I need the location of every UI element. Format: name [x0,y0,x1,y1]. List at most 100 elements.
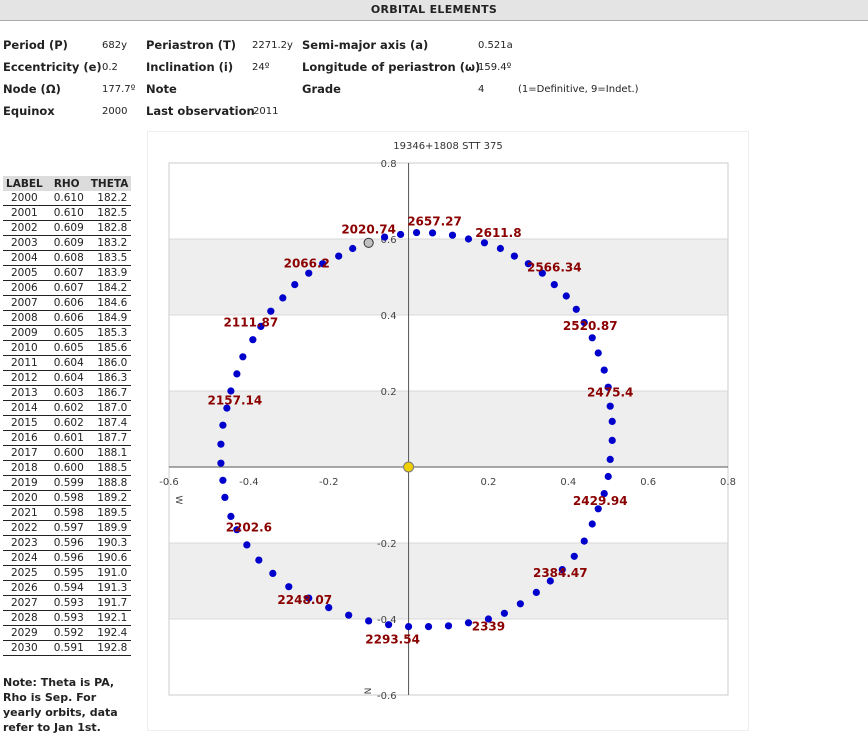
orbit-point [249,336,257,344]
equinox-value: 2000 [102,106,128,117]
inclination-value: 24º [252,62,270,73]
rho-cell: 0.592 [45,625,88,641]
epoch-label: 2157.14 [208,393,263,407]
equinox-label: Equinox [3,104,55,118]
ephemeris-table: LABEL RHO THETA 2000 0.610 182.2 2001 0.610 1… [3,176,132,656]
table-row: 2029 0.592 192.4 [3,625,132,641]
theta-cell: 186.7 [87,385,132,401]
rho-cell: 0.607 [45,265,88,281]
orbit-point [480,239,489,247]
label-cell: 2014 [3,400,46,416]
inclination-label: Inclination (i) [146,60,234,74]
label-cell: 2012 [3,370,46,386]
label-cell: 2002 [3,220,46,236]
label-cell: 2017 [3,445,46,461]
label-cell: 2020 [3,490,46,506]
orbit-point [606,402,614,410]
orbit-point [227,512,235,520]
rho-cell: 0.600 [45,445,88,461]
label-cell: 2001 [3,205,46,221]
epoch-label: 2384.47 [533,566,588,580]
orbit-point [588,520,596,528]
longitude-periastron-label: Longitude of periastron (ω) [302,60,481,74]
rho-cell: 0.609 [45,220,88,236]
orbit-point [496,244,505,253]
orbit-point [428,229,437,237]
rho-cell: 0.597 [45,520,88,536]
orbit-point [516,600,524,608]
rho-cell: 0.598 [45,490,88,506]
table-row: 2006 0.607 184.2 [3,280,132,296]
grade-label: Grade [302,82,341,96]
theta-cell: 192.4 [87,625,132,641]
rho-cell: 0.601 [45,430,88,446]
rho-cell: 0.610 [45,191,88,206]
theta-cell: 183.2 [87,235,132,251]
label-cell: 2023 [3,535,46,551]
x-tick-label: 0.2 [480,477,496,488]
x-tick-label: -0.6 [159,477,179,488]
theta-cell: 187.4 [87,415,132,431]
x-tick-label: 0.6 [640,477,656,488]
rho-cell: 0.602 [45,415,88,431]
orbit-point [345,611,353,619]
rho-cell: 0.610 [45,205,88,221]
table-row: 2027 0.593 191.7 [3,595,132,611]
table-row: 2003 0.609 183.2 [3,235,132,251]
rho-cell: 0.593 [45,595,88,611]
epoch-label: 2248.07 [277,593,332,607]
node-label: Node (Ω) [3,82,61,96]
orbit-point [604,472,612,481]
table-row: 2022 0.597 189.9 [3,520,132,536]
epoch-label: 2657.27 [407,215,462,229]
semimajor-label: Semi-major axis (a) [302,38,429,52]
orbit-point [269,569,277,577]
orbit-point [396,230,405,239]
orbit-point [219,476,227,484]
theta-cell: 189.9 [87,520,132,536]
grid-band [169,543,728,619]
west-label: W [173,496,183,505]
table-row: 2005 0.607 183.9 [3,265,132,281]
y-tick-label: 0.8 [381,159,397,170]
table-row: 2000 0.610 182.2 [3,191,132,206]
table-row: 2009 0.605 185.3 [3,325,132,341]
label-cell: 2029 [3,625,46,641]
header-title: ORBITAL ELEMENTS [370,3,498,16]
orbit-point [279,294,287,302]
label-cell: 2028 [3,610,46,626]
longitude-periastron-value: 159.4º [478,62,512,73]
last-observation-value: 2011 [253,106,279,117]
rho-cell: 0.607 [45,280,88,296]
theta-cell: 190.3 [87,535,132,551]
theta-cell: 184.2 [87,280,132,296]
note-line: yearly orbits, data [3,706,118,719]
orbit-point [594,349,602,357]
orbit-point [291,281,299,289]
note-line: Note: Theta is PA, [3,676,115,689]
label-cell: 2009 [3,325,46,341]
table-note: Note: Theta is PA, Rho is Sep. For yearl… [3,675,118,735]
note-line: Rho is Sep. For [3,691,97,704]
label-cell: 2010 [3,340,46,356]
orbit-point [255,556,263,564]
theta-cell: 185.6 [87,340,132,356]
y-tick-label: -0.2 [377,539,397,550]
x-tick-label: -0.4 [239,477,259,488]
epoch-label: 2566.34 [527,260,582,274]
theta-cell: 189.2 [87,490,132,506]
label-cell: 2011 [3,355,46,371]
y-tick-label: 0.4 [381,311,397,322]
table-row: 2028 0.593 192.1 [3,610,132,626]
orbit-point [500,609,508,617]
table-row: 2017 0.600 188.1 [3,445,132,461]
theta-cell: 189.5 [87,505,132,521]
orbit-point [444,622,453,630]
ephemeris-body: 2000 0.610 182.2 2001 0.610 182.5 2002 0.609 182… [3,191,132,656]
table-row: 2011 0.604 186.0 [3,355,132,371]
rho-cell: 0.606 [45,310,88,326]
table-row: 2004 0.608 183.5 [3,250,132,266]
label-cell: 2005 [3,265,46,281]
last-observation-label: Last observation [146,104,255,118]
orbit-point [285,583,293,591]
